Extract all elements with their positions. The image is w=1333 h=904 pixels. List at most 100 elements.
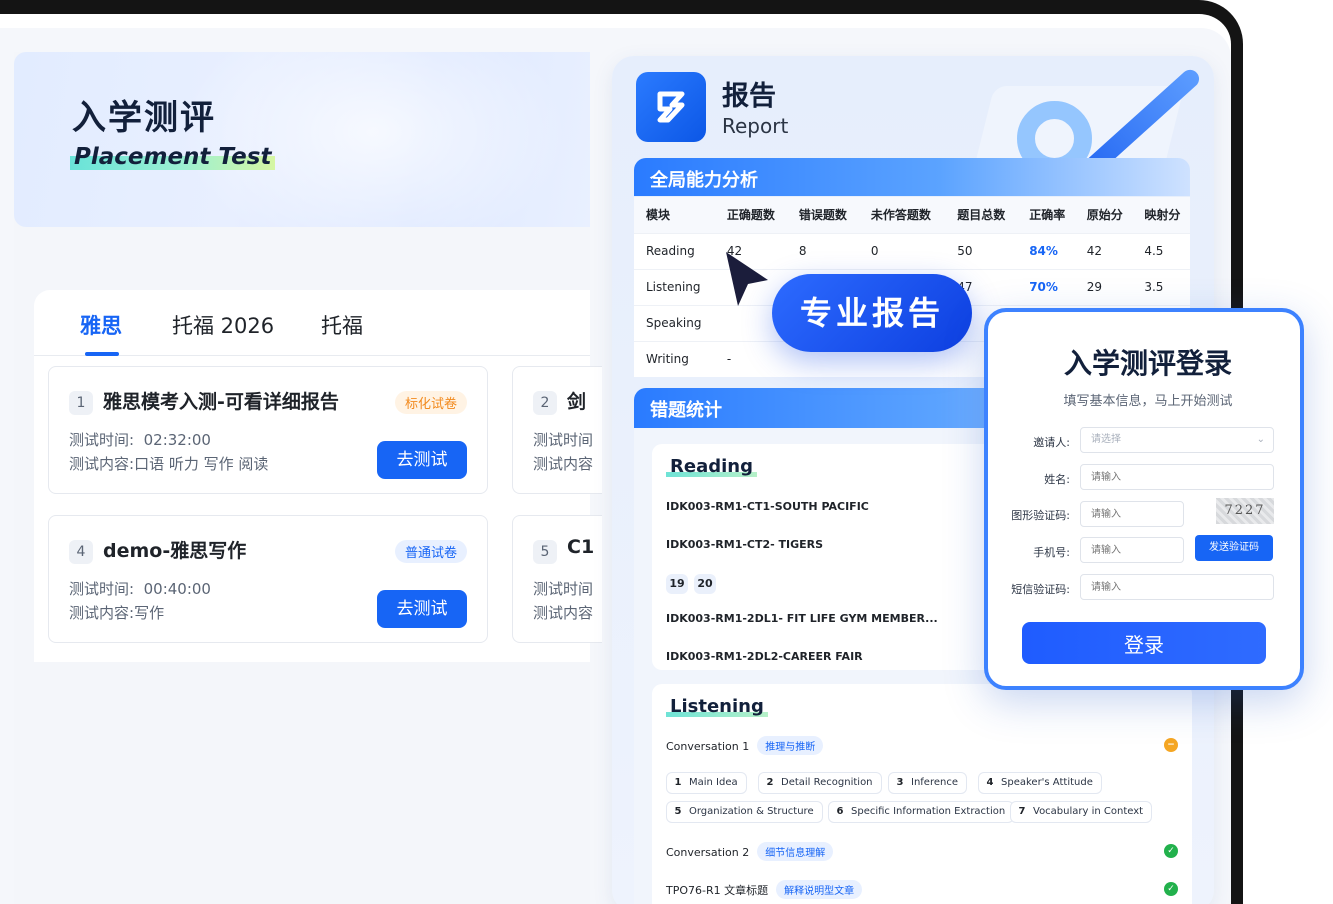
module-cell: Writing xyxy=(634,340,715,377)
skill-label: Detail Recognition xyxy=(781,777,873,788)
ability-section-header: 全局能力分析 xyxy=(634,158,1190,196)
question-chip[interactable]: 20 xyxy=(694,574,716,594)
table-cell: 50 xyxy=(945,232,1018,269)
module-cell: Reading xyxy=(634,232,715,269)
tab-toefl[interactable]: 托福 xyxy=(321,310,363,340)
name-input[interactable] xyxy=(1080,464,1274,490)
paper-type-tag: 标化试卷 xyxy=(394,391,467,414)
skill-chip: 2 Detail Recognition xyxy=(758,772,882,794)
phone-input[interactable] xyxy=(1080,537,1184,563)
listening-title: Listening xyxy=(666,696,768,717)
skill-label: Inference xyxy=(911,777,958,788)
test-time-value: 00:40:00 xyxy=(143,580,211,598)
skill-tag: 推理与推断 xyxy=(757,736,824,755)
test-time-label: 测试时间 xyxy=(533,431,594,449)
card-number: 2 xyxy=(533,391,557,415)
column-header: 模块 xyxy=(634,197,715,233)
inviter-label: 邀请人: xyxy=(1033,436,1070,449)
column-header: 映射分 xyxy=(1132,197,1190,233)
exam-tabs: 雅思 托福 2026 托福 xyxy=(34,290,590,356)
skill-number: 4 xyxy=(986,777,994,788)
table-cell: - xyxy=(714,340,787,377)
column-header: 错误题数 xyxy=(786,197,859,233)
skill-chip: 7 Vocabulary in Context xyxy=(1010,801,1153,823)
check-icon: ✓ xyxy=(1164,844,1178,858)
skill-label: Vocabulary in Context xyxy=(1033,806,1144,817)
conversation-row[interactable]: Conversation 2 细节信息理解 xyxy=(666,842,834,861)
captcha-label: 图形验证码: xyxy=(1011,509,1070,522)
skill-label: Speaker's Attitude xyxy=(1001,777,1093,788)
banner: 入学测评 Placement Test xyxy=(14,52,590,227)
sms-code-input[interactable] xyxy=(1080,574,1274,600)
conversation-label: Conversation 1 xyxy=(666,740,750,753)
paper-type-tag: 普通试卷 xyxy=(394,540,467,563)
send-code-button[interactable]: 发送验证码 xyxy=(1195,535,1273,561)
table-row: Reading 42 8 0 50 84% 42 4.5 xyxy=(634,232,1190,269)
test-content: 测试内容:口语 听力 写作 阅读 xyxy=(69,453,268,474)
banner-subtitle: Placement Test xyxy=(70,144,276,170)
login-description: 填写基本信息，马上开始测试 xyxy=(1063,394,1233,409)
captcha-input[interactable] xyxy=(1080,501,1184,527)
test-time-label: 测试时间 xyxy=(533,580,594,598)
tab-ielts[interactable]: 雅思 xyxy=(80,310,122,340)
test-time-label: 测试时间: xyxy=(69,580,135,598)
skill-label: Organization & Structure xyxy=(689,806,814,817)
table-cell: 84% xyxy=(1017,232,1075,269)
test-card: 2 剑 测试时间 测试内容 xyxy=(512,366,602,494)
skill-label: Main Idea xyxy=(689,777,738,788)
card-title: demo-雅思写作 xyxy=(103,540,247,562)
pro-report-badge: 专业报告 xyxy=(772,274,972,352)
test-content-label: 测试内容 xyxy=(533,455,594,473)
error-item[interactable]: IDK003-RM1-2DL1- FIT LIFE GYM MEMBER... xyxy=(666,612,938,625)
table-cell: 70% xyxy=(1017,268,1075,305)
table-header-row: 模块 正确题数 错误题数 未作答题数 题目总数 正确率 原始分 映射分 xyxy=(634,197,1190,233)
table-cell: 3.5 xyxy=(1132,268,1190,305)
conversation-label: Conversation 2 xyxy=(666,846,750,859)
conversation-row[interactable]: TPO76-R1 文章标题 解释说明型文章 xyxy=(666,880,863,899)
table-cell: 4.5 xyxy=(1132,232,1190,269)
error-item[interactable]: IDK003-RM1-CT1-SOUTH PACIFIC xyxy=(666,500,869,513)
column-header: 原始分 xyxy=(1074,197,1133,233)
table-cell: 29 xyxy=(1074,268,1133,305)
banner-title: 入学测评 xyxy=(72,98,216,138)
report-title: 报告 xyxy=(722,81,776,112)
module-cell: Speaking xyxy=(634,304,715,341)
active-tab-indicator xyxy=(85,352,119,356)
question-chip[interactable]: 19 xyxy=(666,574,688,594)
skill-tag: 细节信息理解 xyxy=(757,842,834,861)
test-card: 4 demo-雅思写作 普通试卷 测试时间: 00:40:00 测试内容:写作 … xyxy=(48,515,488,643)
skill-chip: 5 Organization & Structure xyxy=(666,801,823,823)
listening-errors: Listening Conversation 1 推理与推断 − 1 Main Id… xyxy=(652,684,1192,904)
test-time-value: 02:32:00 xyxy=(143,431,211,449)
phone-label: 手机号: xyxy=(1033,546,1070,559)
tab-toefl-2026[interactable]: 托福 2026 xyxy=(172,310,274,340)
reading-title: Reading xyxy=(666,456,757,477)
module-cell: Listening xyxy=(634,268,715,305)
inviter-select[interactable]: 请选择 ⌄ xyxy=(1080,427,1274,453)
table-cell: 8 xyxy=(786,232,859,269)
test-card: 1 雅思模考入测-可看详细报告 标化试卷 测试时间: 02:32:00 测试内容… xyxy=(48,366,488,494)
report-subtitle: Report xyxy=(722,114,789,138)
test-time: 测试时间: 00:40:00 xyxy=(69,578,211,599)
placement-test-panel: 入学测评 Placement Test 雅思 托福 2026 托福 1 雅思模考… xyxy=(14,52,602,904)
card-title: 剑 xyxy=(567,391,587,413)
skill-number: 6 xyxy=(836,806,844,817)
error-item[interactable]: IDK003-RM1-2DL2-CAREER FAIR xyxy=(666,650,863,663)
skill-chip: 3 Inference xyxy=(888,772,967,794)
column-header: 正确率 xyxy=(1017,197,1075,233)
start-test-button[interactable]: 去测试 xyxy=(377,441,467,479)
login-button[interactable]: 登录 xyxy=(1022,622,1266,664)
conversation-label: TPO76-R1 文章标题 xyxy=(666,884,769,897)
start-test-button[interactable]: 去测试 xyxy=(377,590,467,628)
skill-chip: 6 Specific Information Extraction xyxy=(828,801,1015,823)
card-number: 1 xyxy=(69,391,93,415)
captcha-image[interactable]: 7227 xyxy=(1216,498,1274,524)
skill-number: 1 xyxy=(674,777,682,788)
sms-label: 短信验证码: xyxy=(1011,583,1070,596)
inviter-placeholder: 请选择 xyxy=(1091,434,1121,445)
error-item[interactable]: IDK003-RM1-CT2- TIGERS xyxy=(666,538,823,551)
conversation-row[interactable]: Conversation 1 推理与推断 xyxy=(666,736,824,755)
warning-icon: − xyxy=(1164,738,1178,752)
card-title: 雅思模考入测-可看详细报告 xyxy=(103,391,339,413)
test-card: 5 C1 测试时间 测试内容 xyxy=(512,515,602,643)
